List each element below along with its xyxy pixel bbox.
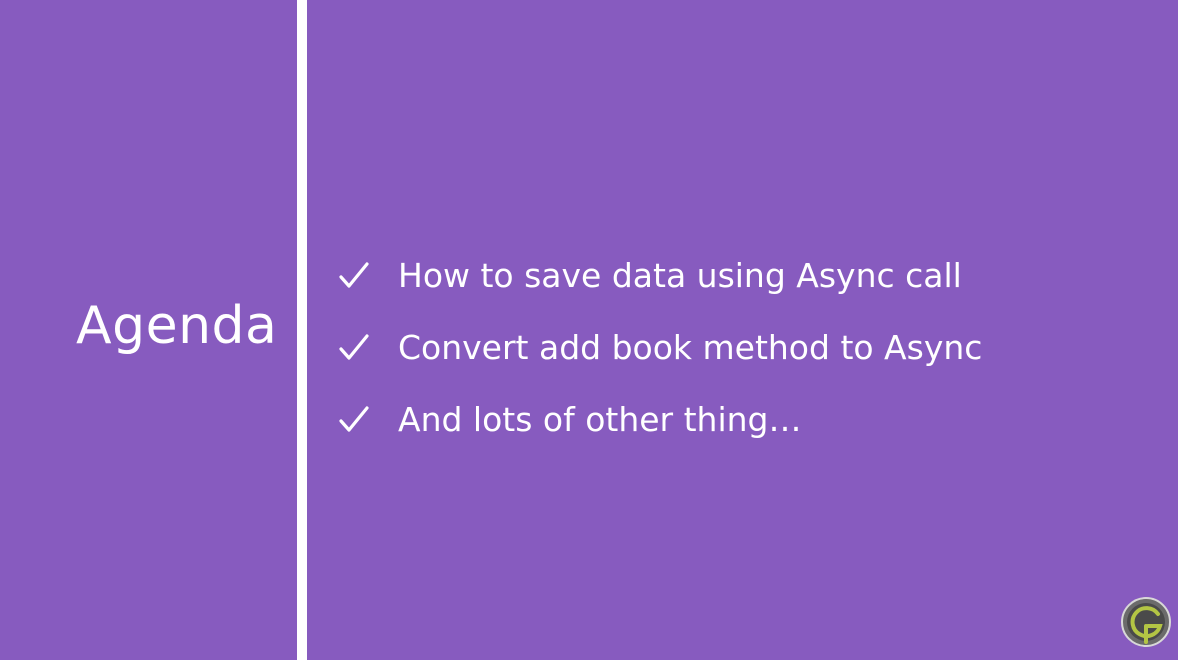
check-icon	[338, 405, 370, 435]
g-logo-icon	[1120, 596, 1172, 648]
check-icon	[338, 333, 370, 363]
agenda-list: How to save data using Async call Conver…	[338, 240, 982, 456]
slide: Agenda How to save data using Async call…	[0, 0, 1178, 660]
agenda-item: Convert add book method to Async	[338, 312, 982, 384]
agenda-item-label: How to save data using Async call	[398, 256, 962, 295]
agenda-item-label: Convert add book method to Async	[398, 328, 983, 367]
vertical-divider	[297, 0, 307, 660]
check-icon	[338, 261, 370, 291]
agenda-item-label: And lots of other thing…	[398, 400, 802, 439]
agenda-item: How to save data using Async call	[338, 240, 982, 312]
slide-title: Agenda	[76, 296, 278, 356]
agenda-item: And lots of other thing…	[338, 384, 982, 456]
